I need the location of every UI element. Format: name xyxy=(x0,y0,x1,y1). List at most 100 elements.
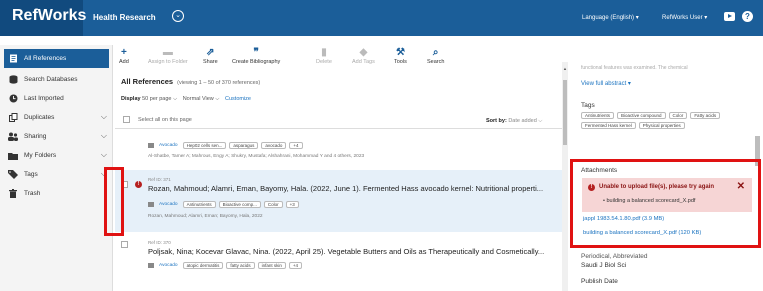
video-icon[interactable] xyxy=(724,12,735,21)
tag-chip[interactable]: infant skin xyxy=(257,262,286,269)
reference-row[interactable]: Avocado Hep02 cells sen... asparagus avo… xyxy=(115,129,562,165)
view-select[interactable]: Normal View ⌵ xyxy=(183,96,220,102)
clock-icon xyxy=(8,94,18,104)
folder-icon xyxy=(148,143,154,148)
share-button[interactable]: ⇗ Share xyxy=(203,47,218,65)
sidebar-item-label: Last Imported xyxy=(24,95,64,102)
highlight-box xyxy=(570,159,761,248)
reference-checkbox[interactable] xyxy=(121,241,128,248)
view-full-abstract-link[interactable]: View full abstract ▾ xyxy=(581,81,631,87)
sort-label: Sort by: xyxy=(486,118,507,124)
tag-chip[interactable]: asparagus xyxy=(229,142,259,149)
sidebar-item-last-imported[interactable]: Last Imported xyxy=(0,89,113,108)
highlight-box xyxy=(104,167,124,236)
periodical-label: Periodical, Abbreviated xyxy=(581,253,648,260)
more-tags-chip[interactable]: +4 xyxy=(289,142,303,149)
tag-chip[interactable]: Antinutrients xyxy=(581,112,615,119)
folder-icon xyxy=(148,202,154,207)
reference-title[interactable]: Poljsak, Nina; Kocevar Glavac, Nina. (20… xyxy=(148,247,558,256)
more-tags-chip[interactable]: +3 xyxy=(285,201,299,208)
sidebar-item-label: Sharing xyxy=(24,133,47,140)
duplicates-icon xyxy=(8,113,18,123)
tag-chip[interactable]: Fermented Hass kernel xyxy=(581,122,636,129)
sidebar-item-all-references[interactable]: All References xyxy=(4,49,109,68)
chevron-down-icon[interactable]: ⌄ xyxy=(172,10,184,22)
logo-block: RefWorks xyxy=(0,0,86,36)
display-options: Display 50 per page ⌵ Normal View ⌵ Cust… xyxy=(121,96,251,103)
tag-chip[interactable]: fatty acids xyxy=(226,262,255,269)
list-scrollbar[interactable]: ▲ xyxy=(562,62,568,291)
sidebar-item-label: Tags xyxy=(24,171,38,178)
tag-chip[interactable]: Physical properties xyxy=(638,122,685,129)
bibliography-label: Create Bibliography xyxy=(232,59,281,65)
tag-chip[interactable]: Antinutrients xyxy=(182,201,216,208)
tag-chip[interactable]: Color xyxy=(668,112,688,119)
sidebar-item-tags[interactable]: Tags ⌵ xyxy=(0,165,113,184)
reference-tags: Avocado Antinutrients Bioactive comp... … xyxy=(148,201,299,208)
sort-control[interactable]: Sort by: Date added ⌵ xyxy=(486,118,542,125)
tag-chip[interactable]: Hep02 cells sen... xyxy=(182,142,227,149)
tag-chip[interactable]: atopic dermatitis xyxy=(182,262,224,269)
folder-link[interactable]: Avocado xyxy=(159,202,178,207)
sidebar-item-duplicates[interactable]: Duplicates ⌵ xyxy=(0,108,113,127)
users-icon xyxy=(8,132,18,142)
per-page-select[interactable]: 50 per page ⌵ xyxy=(142,96,177,102)
reference-title[interactable]: Rozan, Mahmoud; Alamri, Eman, Bayomy, Ha… xyxy=(148,184,558,193)
periodical-value: Saudi J Biol Sci xyxy=(581,262,627,269)
scrollbar-thumb[interactable] xyxy=(563,80,567,145)
page-title-text: All References xyxy=(121,77,174,86)
tag-chip[interactable]: Bioactive comp... xyxy=(218,201,261,208)
user-menu[interactable]: RefWorks User ▾ xyxy=(662,14,707,21)
sidebar-item-search-databases[interactable]: Search Databases xyxy=(0,70,113,89)
refworks-logo[interactable]: RefWorks xyxy=(12,7,86,25)
share-icon: ⇗ xyxy=(206,47,215,58)
more-tags-chip[interactable]: +4 xyxy=(288,262,303,269)
folder-link[interactable]: Avocado xyxy=(159,143,178,148)
folder-link[interactable]: Avocado xyxy=(159,263,178,268)
sidebar-item-sharing[interactable]: Sharing ⌵ xyxy=(0,127,113,146)
display-label: Display xyxy=(121,96,141,102)
top-navigation-bar: RefWorks Health Research ⌄ Language (Eng… xyxy=(0,0,763,36)
reference-row-selected[interactable]: ! Ref ID: 371 Rozan, Mahmoud; Alamri, Em… xyxy=(115,170,562,232)
chevron-down-icon[interactable]: ⌵ xyxy=(101,112,107,122)
tag-chip[interactable]: Color xyxy=(263,201,283,208)
tag-chip[interactable]: avocado xyxy=(261,142,287,149)
error-icon: ! xyxy=(135,181,142,188)
chevron-down-icon[interactable]: ⌵ xyxy=(101,150,107,160)
search-button[interactable]: ⌕ Search xyxy=(427,47,444,65)
add-tags-label: Add Tags xyxy=(352,59,375,65)
add-tags-button[interactable]: ◆ Add Tags xyxy=(352,47,375,65)
create-bibliography-button[interactable]: ❞ Create Bibliography xyxy=(232,47,280,65)
reference-row[interactable]: Ref ID: 370 Poljsak, Nina; Kocevar Glava… xyxy=(115,236,562,276)
sidebar-item-label: Duplicates xyxy=(24,114,55,121)
abstract-excerpt: functional features was examined. The ch… xyxy=(581,65,688,71)
select-all-checkbox[interactable] xyxy=(123,116,130,123)
tag-icon: ◆ xyxy=(359,47,368,58)
customize-link[interactable]: Customize xyxy=(225,96,251,102)
sidebar-item-trash[interactable]: Trash xyxy=(0,184,113,203)
tools-button[interactable]: ⚒ Tools xyxy=(394,47,407,65)
add-button[interactable]: + Add xyxy=(119,47,129,65)
database-icon xyxy=(8,75,18,85)
page-title: All References (viewing 1 – 50 of 370 ref… xyxy=(121,77,260,86)
language-menu[interactable]: Language (English) ▾ xyxy=(582,14,639,21)
reference-id: Ref ID: 371 xyxy=(148,177,171,182)
trash-icon: ▮ xyxy=(321,47,327,58)
search-icon: ⌕ xyxy=(432,47,439,58)
help-icon[interactable]: ? xyxy=(742,11,753,22)
delete-button[interactable]: ▮ Delete xyxy=(316,47,332,65)
sort-select[interactable]: Date added ⌵ xyxy=(508,118,542,124)
scroll-up-icon[interactable]: ▲ xyxy=(563,66,567,71)
assign-to-folder-button[interactable]: ▬ Assign to Folder xyxy=(148,47,188,65)
project-name[interactable]: Health Research xyxy=(93,13,156,22)
view-abstract-link-wrap: View full abstract ▾ xyxy=(581,80,631,87)
sidebar-item-my-folders[interactable]: My Folders ⌵ xyxy=(0,146,113,165)
sidebar-item-label: Trash xyxy=(24,190,41,197)
sidebar-item-label: My Folders xyxy=(24,152,57,159)
tag-chip[interactable]: Bioactive compound xyxy=(617,112,666,119)
select-all-label: Select all on this page xyxy=(138,116,192,123)
tag-chip[interactable]: Fatty acids xyxy=(690,112,721,119)
reference-authors: Al-Shatbe, Tamer A; Mahrous, Engy A; Shu… xyxy=(148,154,365,159)
folder-icon xyxy=(148,263,154,268)
chevron-down-icon[interactable]: ⌵ xyxy=(101,131,107,141)
